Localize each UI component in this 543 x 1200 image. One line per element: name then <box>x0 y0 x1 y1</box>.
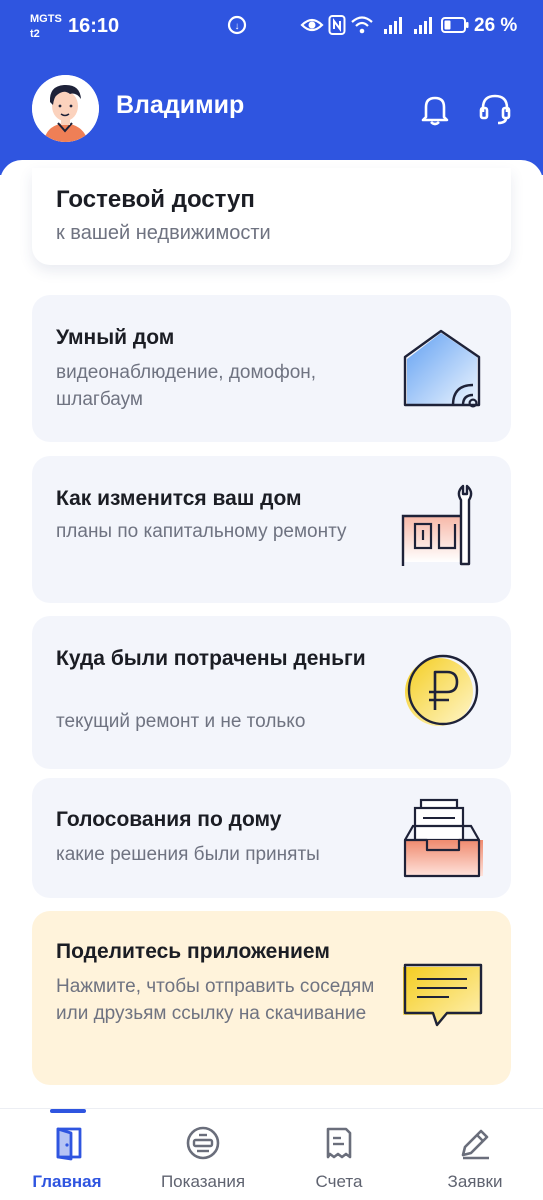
smart-home-card[interactable]: Умный дом видеонаблюдение, домофон, шлаг… <box>32 295 511 442</box>
share-app-card[interactable]: Поделитесь приложением Нажмите, чтобы от… <box>32 911 511 1085</box>
card-subtitle: планы по капитальному ремонту <box>56 521 347 542</box>
card-title: Как изменится ваш дом <box>56 487 302 510</box>
nav-label: Главная <box>32 1172 102 1191</box>
meter-icon <box>186 1126 220 1160</box>
wifi-icon <box>351 16 373 34</box>
eye-icon <box>300 18 324 32</box>
headset-icon <box>479 94 511 125</box>
signal-icon-1 <box>384 17 402 34</box>
home-door-icon <box>56 1127 82 1161</box>
nav-label: Счета <box>315 1172 363 1191</box>
status-time: 16:10 <box>68 15 120 37</box>
battery-percentage: 26 % <box>474 15 518 36</box>
carrier-top: MGTS <box>30 13 62 25</box>
card-title: Куда были потрачены деньги <box>56 647 366 670</box>
notifications-button[interactable] <box>418 90 452 128</box>
nav-label: Заявки <box>447 1172 503 1191</box>
card-title: Умный дом <box>56 326 175 349</box>
bell-icon <box>421 96 449 126</box>
carrier-bottom: t2 <box>30 28 40 40</box>
spending-card[interactable]: Куда были потрачены деньги текущий ремон… <box>32 616 511 769</box>
pencil-icon <box>461 1129 489 1160</box>
renovation-plan-icon <box>401 484 473 566</box>
card-subtitle: видеонаблюдение, домофон, шлагбаум <box>56 362 317 410</box>
nav-item-bills[interactable]: Счета <box>284 1109 394 1200</box>
main-content: Гостевой доступ к вашей недвижимости Умн… <box>0 160 543 1110</box>
card-title: Голосования по дому <box>56 808 282 831</box>
signal-icon-2 <box>414 17 432 34</box>
ballot-box-icon <box>403 798 483 878</box>
receipt-icon <box>326 1127 352 1159</box>
status-bar: MGTS t2 16:10 ↓ 26 % <box>0 0 543 52</box>
smart-home-icon <box>403 329 481 408</box>
renovation-card[interactable]: Как изменится ваш дом планы по капитальн… <box>32 456 511 603</box>
user-avatar-illustration <box>32 75 99 142</box>
nav-item-requests[interactable]: Заявки <box>420 1109 530 1200</box>
nav-item-home[interactable]: Главная <box>12 1109 122 1200</box>
nav-label: Показания <box>160 1172 246 1191</box>
support-button[interactable] <box>478 90 512 128</box>
card-subtitle: текущий ремонт и не только <box>56 711 306 732</box>
card-subtitle: Нажмите, чтобы отправить соседям или дру… <box>56 976 375 1024</box>
svg-text:↓: ↓ <box>235 21 240 32</box>
guest-access-title: Гостевой доступ <box>56 186 255 213</box>
battery-icon <box>441 17 469 33</box>
voting-card[interactable]: Голосования по дому какие решения были п… <box>32 778 511 898</box>
card-subtitle: какие решения были приняты <box>56 844 320 865</box>
card-title: Поделитесь приложением <box>56 940 330 963</box>
share-message-icon <box>403 963 483 1027</box>
bottom-navigation: Главная Показания Счета Заявки <box>0 1108 543 1200</box>
nfc-icon <box>328 15 346 35</box>
avatar[interactable] <box>32 75 99 142</box>
guest-access-card[interactable]: Гостевой доступ к вашей недвижимости <box>32 168 511 265</box>
guest-access-subtitle: к вашей недвижимости <box>56 222 271 244</box>
data-saver-icon: ↓ <box>227 15 247 35</box>
ruble-coin-icon <box>405 654 479 726</box>
nav-item-meters[interactable]: Показания <box>148 1109 258 1200</box>
user-name[interactable]: Владимир <box>116 91 244 120</box>
carrier-label: MGTS t2 <box>30 12 62 42</box>
app-header: MGTS t2 16:10 ↓ 26 % Владимир <box>0 0 543 175</box>
